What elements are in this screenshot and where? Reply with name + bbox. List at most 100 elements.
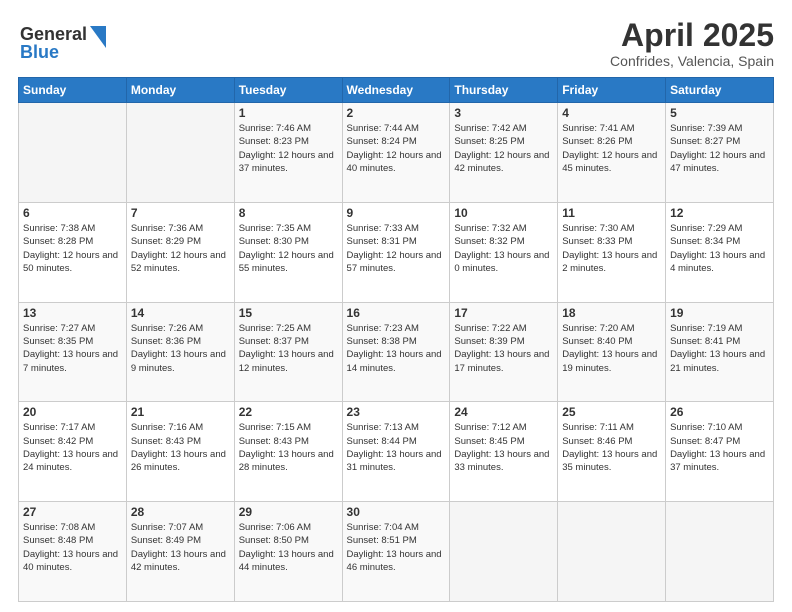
cell-day-number: 17 [454,306,553,320]
calendar-cell: 17 Sunrise: 7:22 AM Sunset: 8:39 PM Dayli… [450,302,558,402]
calendar-cell: 6 Sunrise: 7:38 AM Sunset: 8:28 PM Daylig… [19,202,127,302]
calendar-table: Sunday Monday Tuesday Wednesday Thursday… [18,77,774,602]
calendar-cell: 30 Sunrise: 7:04 AM Sunset: 8:51 PM Dayli… [342,502,450,602]
calendar-cell: 4 Sunrise: 7:41 AM Sunset: 8:26 PM Daylig… [558,103,666,203]
cell-info: Sunrise: 7:07 AM Sunset: 8:49 PM Dayligh… [131,521,230,574]
cell-info: Sunrise: 7:19 AM Sunset: 8:41 PM Dayligh… [670,322,769,375]
cell-info: Sunrise: 7:38 AM Sunset: 8:28 PM Dayligh… [23,222,122,275]
cell-info: Sunrise: 7:08 AM Sunset: 8:48 PM Dayligh… [23,521,122,574]
cell-day-number: 23 [347,405,446,419]
calendar-cell: 12 Sunrise: 7:29 AM Sunset: 8:34 PM Dayli… [666,202,774,302]
week-row-2: 6 Sunrise: 7:38 AM Sunset: 8:28 PM Daylig… [19,202,774,302]
calendar-cell: 29 Sunrise: 7:06 AM Sunset: 8:50 PM Dayli… [234,502,342,602]
cell-info: Sunrise: 7:16 AM Sunset: 8:43 PM Dayligh… [131,421,230,474]
cell-info: Sunrise: 7:20 AM Sunset: 8:40 PM Dayligh… [562,322,661,375]
cell-day-number: 12 [670,206,769,220]
calendar-cell: 21 Sunrise: 7:16 AM Sunset: 8:43 PM Dayli… [126,402,234,502]
cell-info: Sunrise: 7:11 AM Sunset: 8:46 PM Dayligh… [562,421,661,474]
cell-info: Sunrise: 7:29 AM Sunset: 8:34 PM Dayligh… [670,222,769,275]
calendar-cell: 26 Sunrise: 7:10 AM Sunset: 8:47 PM Dayli… [666,402,774,502]
week-row-1: 1Sunrise: 7:46 AM Sunset: 8:23 PM Daylig… [19,103,774,203]
cell-info: Sunrise: 7:17 AM Sunset: 8:42 PM Dayligh… [23,421,122,474]
cell-day-number: 29 [239,505,338,519]
calendar-cell [558,502,666,602]
calendar-cell [450,502,558,602]
col-saturday: Saturday [666,78,774,103]
col-wednesday: Wednesday [342,78,450,103]
calendar-cell [126,103,234,203]
cell-info: Sunrise: 7:12 AM Sunset: 8:45 PM Dayligh… [454,421,553,474]
svg-text:Blue: Blue [20,42,59,62]
col-sunday: Sunday [19,78,127,103]
cell-info: Sunrise: 7:06 AM Sunset: 8:50 PM Dayligh… [239,521,338,574]
svg-text:General: General [20,24,87,44]
calendar-title: April 2025 [610,18,774,53]
calendar-cell: 3 Sunrise: 7:42 AM Sunset: 8:25 PM Daylig… [450,103,558,203]
calendar-cell [19,103,127,203]
cell-day-number: 22 [239,405,338,419]
calendar-cell: 15 Sunrise: 7:25 AM Sunset: 8:37 PM Dayli… [234,302,342,402]
calendar-cell: 28 Sunrise: 7:07 AM Sunset: 8:49 PM Dayli… [126,502,234,602]
cell-day-number: 24 [454,405,553,419]
calendar-subtitle: Confrides, Valencia, Spain [610,53,774,69]
calendar-cell [666,502,774,602]
cell-day-number: 30 [347,505,446,519]
cell-info: Sunrise: 7:30 AM Sunset: 8:33 PM Dayligh… [562,222,661,275]
cell-info: Sunrise: 7:27 AM Sunset: 8:35 PM Dayligh… [23,322,122,375]
cell-info: Sunrise: 7:15 AM Sunset: 8:43 PM Dayligh… [239,421,338,474]
logo-text: General Blue [18,18,108,67]
cell-day-number: 3 [454,106,553,120]
calendar-cell: 18 Sunrise: 7:20 AM Sunset: 8:40 PM Dayli… [558,302,666,402]
cell-info: Sunrise: 7:25 AM Sunset: 8:37 PM Dayligh… [239,322,338,375]
cell-day-number: 1 [239,106,338,120]
cell-day-number: 10 [454,206,553,220]
col-monday: Monday [126,78,234,103]
calendar-cell: 19 Sunrise: 7:19 AM Sunset: 8:41 PM Dayli… [666,302,774,402]
cell-day-number: 6 [23,206,122,220]
cell-day-number: 20 [23,405,122,419]
calendar-cell: 1Sunrise: 7:46 AM Sunset: 8:23 PM Daylig… [234,103,342,203]
col-thursday: Thursday [450,78,558,103]
cell-info: Sunrise: 7:39 AM Sunset: 8:27 PM Dayligh… [670,122,769,175]
calendar-cell: 22 Sunrise: 7:15 AM Sunset: 8:43 PM Dayli… [234,402,342,502]
cell-info: Sunrise: 7:44 AM Sunset: 8:24 PM Dayligh… [347,122,446,175]
calendar-cell: 14 Sunrise: 7:26 AM Sunset: 8:36 PM Dayli… [126,302,234,402]
logo: General Blue [18,18,108,67]
week-row-5: 27 Sunrise: 7:08 AM Sunset: 8:48 PM Dayli… [19,502,774,602]
cell-info: Sunrise: 7:33 AM Sunset: 8:31 PM Dayligh… [347,222,446,275]
title-block: April 2025 Confrides, Valencia, Spain [610,18,774,69]
calendar-cell: 10 Sunrise: 7:32 AM Sunset: 8:32 PM Dayli… [450,202,558,302]
cell-day-number: 28 [131,505,230,519]
cell-info: Sunrise: 7:26 AM Sunset: 8:36 PM Dayligh… [131,322,230,375]
cell-info: Sunrise: 7:41 AM Sunset: 8:26 PM Dayligh… [562,122,661,175]
cell-info: Sunrise: 7:04 AM Sunset: 8:51 PM Dayligh… [347,521,446,574]
cell-info: Sunrise: 7:22 AM Sunset: 8:39 PM Dayligh… [454,322,553,375]
cell-day-number: 8 [239,206,338,220]
cell-day-number: 11 [562,206,661,220]
cell-day-number: 16 [347,306,446,320]
cell-day-number: 21 [131,405,230,419]
calendar-cell: 9Sunrise: 7:33 AM Sunset: 8:31 PM Daylig… [342,202,450,302]
cell-info: Sunrise: 7:10 AM Sunset: 8:47 PM Dayligh… [670,421,769,474]
calendar-cell: 13Sunrise: 7:27 AM Sunset: 8:35 PM Dayli… [19,302,127,402]
header-row: Sunday Monday Tuesday Wednesday Thursday… [19,78,774,103]
cell-day-number: 14 [131,306,230,320]
header: General Blue April 2025 Confrides, Valen… [18,18,774,69]
cell-day-number: 27 [23,505,122,519]
cell-info: Sunrise: 7:32 AM Sunset: 8:32 PM Dayligh… [454,222,553,275]
calendar-cell: 2Sunrise: 7:44 AM Sunset: 8:24 PM Daylig… [342,103,450,203]
calendar-cell: 11 Sunrise: 7:30 AM Sunset: 8:33 PM Dayli… [558,202,666,302]
page: General Blue April 2025 Confrides, Valen… [0,0,792,612]
calendar-cell: 27 Sunrise: 7:08 AM Sunset: 8:48 PM Dayli… [19,502,127,602]
cell-day-number: 15 [239,306,338,320]
calendar-cell: 20 Sunrise: 7:17 AM Sunset: 8:42 PM Dayli… [19,402,127,502]
calendar-cell: 23Sunrise: 7:13 AM Sunset: 8:44 PM Dayli… [342,402,450,502]
cell-day-number: 18 [562,306,661,320]
cell-day-number: 4 [562,106,661,120]
cell-day-number: 26 [670,405,769,419]
cell-info: Sunrise: 7:42 AM Sunset: 8:25 PM Dayligh… [454,122,553,175]
cell-day-number: 19 [670,306,769,320]
calendar-cell: 16Sunrise: 7:23 AM Sunset: 8:38 PM Dayli… [342,302,450,402]
calendar-cell: 7Sunrise: 7:36 AM Sunset: 8:29 PM Daylig… [126,202,234,302]
cell-info: Sunrise: 7:36 AM Sunset: 8:29 PM Dayligh… [131,222,230,275]
